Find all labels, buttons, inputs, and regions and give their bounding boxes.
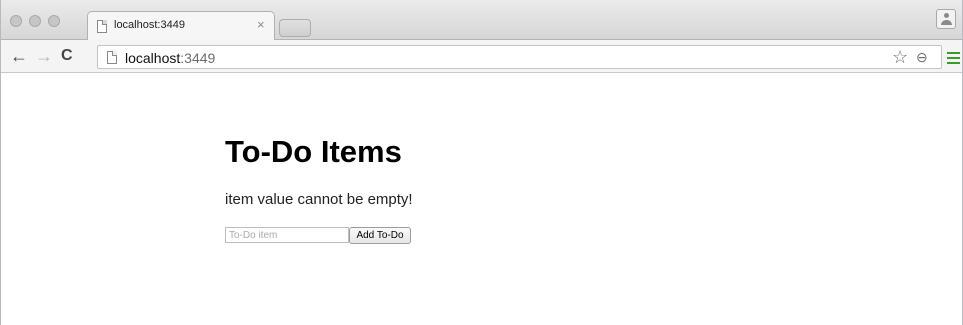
- menu-bar: [947, 62, 960, 64]
- reload-icon[interactable]: C: [61, 45, 73, 67]
- todo-input[interactable]: [225, 227, 349, 243]
- bookmark-star-icon[interactable]: ☆: [892, 47, 908, 68]
- back-arrow-icon[interactable]: ←: [10, 45, 28, 67]
- page-icon: [97, 20, 107, 33]
- menu-icon[interactable]: [947, 52, 960, 67]
- add-todo-button[interactable]: Add To-Do: [349, 227, 411, 244]
- maximize-window-button[interactable]: [48, 15, 60, 27]
- zoom-icon[interactable]: ⊖: [916, 49, 928, 66]
- url-host: localhost: [125, 50, 181, 66]
- profile-icon[interactable]: [936, 9, 956, 29]
- page-title: To-Do Items: [225, 134, 402, 169]
- address-bar[interactable]: localhost:3449 ☆ ⊖: [97, 45, 942, 69]
- tab-title: localhost:3449: [114, 19, 185, 31]
- forward-arrow-icon[interactable]: →: [35, 45, 53, 67]
- error-message: item value cannot be empty!: [225, 191, 413, 208]
- close-window-button[interactable]: [10, 15, 22, 27]
- url-text: localhost:3449: [125, 50, 215, 66]
- browser-toolbar: ← → C localhost:3449 ☆ ⊖: [1, 40, 962, 73]
- browser-window: localhost:3449 × ← → C localhost:3449 ☆ …: [0, 0, 963, 325]
- menu-bar: [947, 52, 960, 54]
- browser-tab-content: localhost:3449 ×: [87, 11, 275, 41]
- menu-bar: [947, 57, 960, 59]
- new-tab-button[interactable]: [279, 19, 311, 37]
- page-content: To-Do Items item value cannot be empty! …: [1, 74, 962, 325]
- tab-strip: localhost:3449 ×: [1, 0, 962, 41]
- tab-close-icon[interactable]: ×: [257, 17, 265, 32]
- page-icon: [107, 51, 117, 64]
- minimize-window-button[interactable]: [29, 15, 41, 27]
- url-port: :3449: [180, 50, 216, 66]
